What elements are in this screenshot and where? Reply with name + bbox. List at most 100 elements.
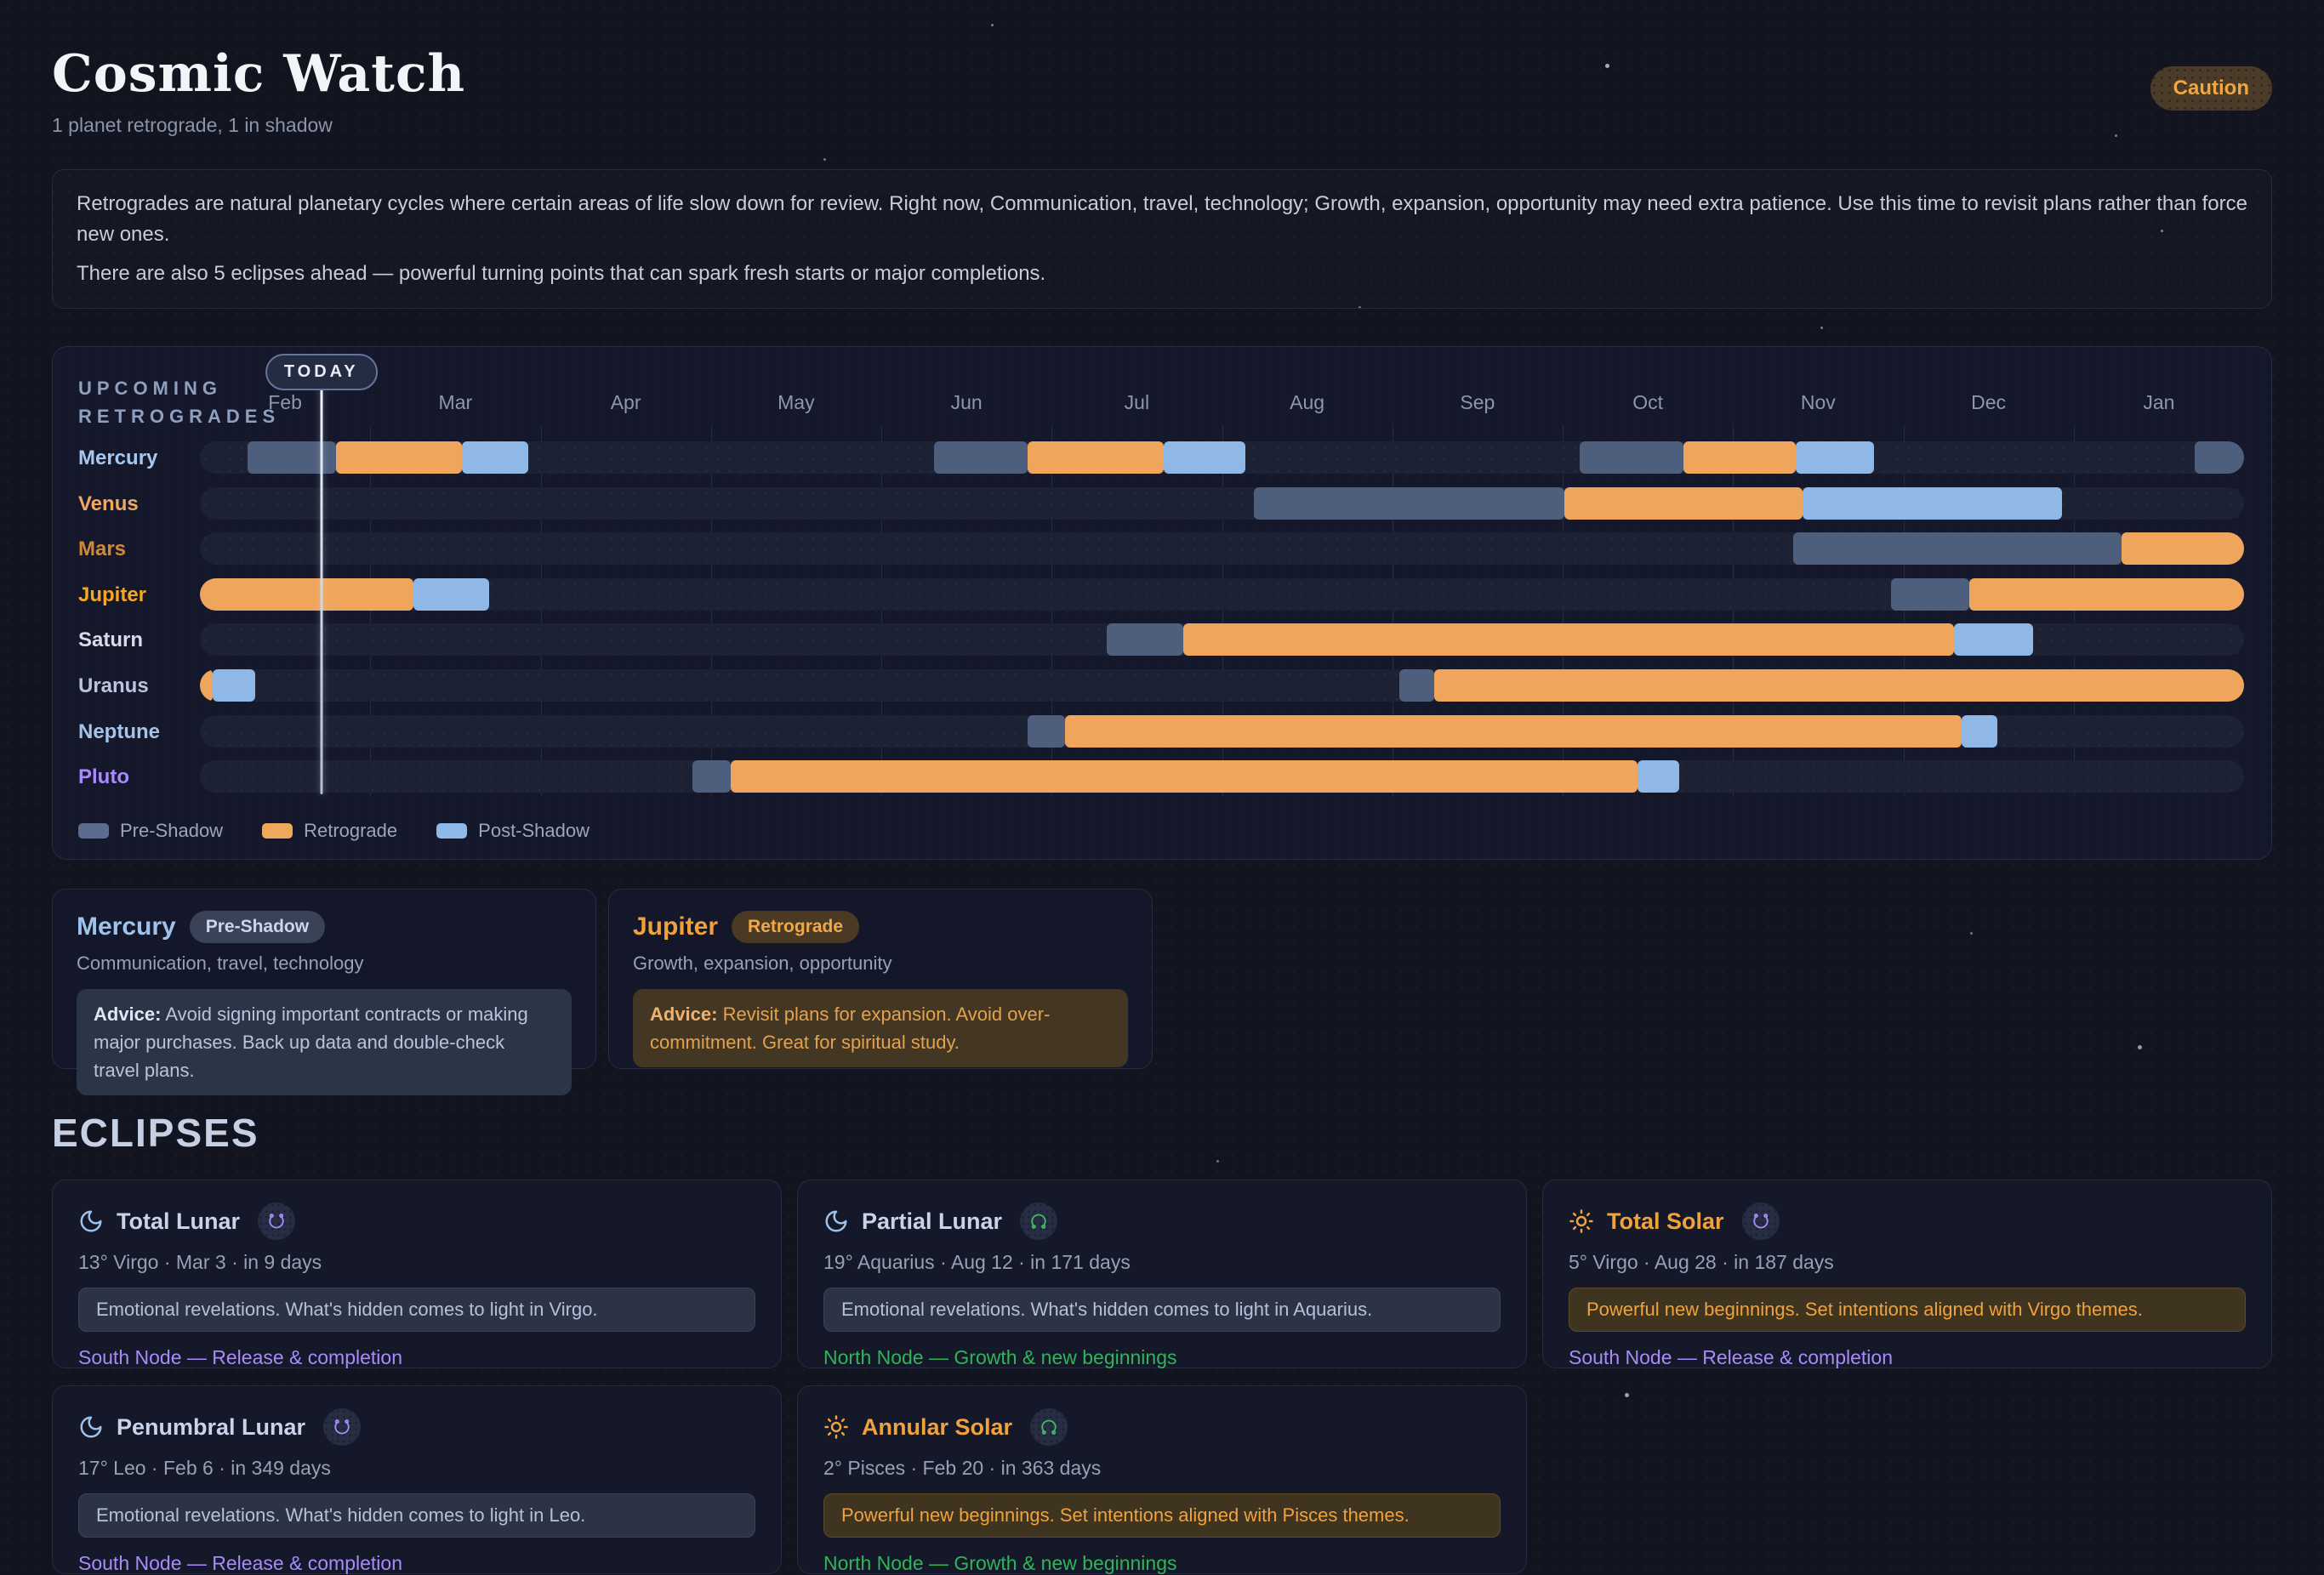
neptune-post-bar[interactable] — [1962, 715, 1997, 748]
eclipse-card-node-footer: North Node — Growth & new beginnings — [823, 1346, 1501, 1369]
timeline-track-saturn — [200, 623, 2244, 656]
venus-pre-bar[interactable] — [1254, 487, 1564, 520]
timeline-track-jupiter — [200, 578, 2244, 611]
planet-label-uranus: Uranus — [78, 674, 149, 698]
planet-card-jupiter: JupiterRetrograde Growth, expansion, oppo… — [608, 889, 1153, 1069]
page-title: Cosmic Watch — [52, 44, 465, 104]
moon-icon — [78, 1208, 104, 1234]
planet-card-title-row: JupiterRetrograde — [633, 911, 1128, 943]
legend-item-retro: Retrograde — [262, 820, 397, 842]
north-node-icon[interactable] — [1030, 1408, 1068, 1446]
eclipse-card-title: Annular Solar — [862, 1414, 1012, 1441]
moon-icon — [78, 1414, 104, 1440]
caution-badge: Caution — [2150, 66, 2272, 111]
uranus-pre-bar[interactable] — [1399, 669, 1434, 702]
eclipse-card-penumbral-lunar: Penumbral Lunar17° Leo · Feb 6 · in 349 … — [52, 1385, 782, 1574]
legend-swatch-post — [436, 823, 467, 839]
page-subtitle: 1 planet retrograde, 1 in shadow — [52, 114, 465, 137]
eclipse-card-total-lunar: Total Lunar 13° Virgo · Mar 3 · in 9 days… — [52, 1180, 782, 1368]
pluto-retro-bar[interactable] — [731, 760, 1638, 793]
saturn-pre-bar[interactable] — [1107, 623, 1183, 656]
south-node-icon[interactable] — [323, 1408, 361, 1446]
eclipse-card-meta: 13° Virgo · Mar 3 · in 9 days — [78, 1251, 755, 1274]
mars-retro-bar[interactable] — [2122, 532, 2244, 565]
planet-label-saturn: Saturn — [78, 628, 143, 652]
eclipses-heading: ECLIPSES — [52, 1110, 2272, 1156]
sun-icon — [1569, 1208, 1594, 1234]
planet-card-subtitle: Growth, expansion, opportunity — [633, 952, 1128, 975]
eclipse-card-node-footer: South Node — Release & completion — [78, 1346, 755, 1369]
moon-icon — [823, 1208, 849, 1234]
jupiter-post-bar[interactable] — [413, 578, 490, 611]
planet-card-mercury: MercuryPre-ShadowCommunication, travel, … — [52, 889, 596, 1069]
planet-label-venus: Venus — [78, 492, 139, 516]
mercury-post-bar[interactable] — [1164, 441, 1246, 474]
eclipse-card-title-row: Penumbral Lunar — [78, 1408, 755, 1446]
today-marker-pill: TODAY — [265, 354, 378, 390]
eclipse-card-meta: 2° Pisces · Feb 20 · in 363 days — [823, 1457, 1501, 1480]
mercury-retro-bar[interactable] — [1028, 441, 1164, 474]
mercury-pre-bar[interactable] — [934, 441, 1028, 474]
summary-line-1: Retrogrades are natural planetary cycles… — [77, 189, 2247, 250]
eclipse-card-description: Powerful new beginnings. Set intentions … — [823, 1493, 1501, 1538]
eclipse-card-title-row: Annular Solar — [823, 1408, 1501, 1446]
eclipse-card-total-solar: Total Solar5° Virgo · Aug 28 · in 187 da… — [1542, 1180, 2272, 1368]
eclipse-card-node-footer: North Node — Growth & new beginnings — [823, 1552, 1501, 1575]
timeline-track-neptune — [200, 715, 2244, 748]
eclipse-card-meta: 19° Aquarius · Aug 12 · in 171 days — [823, 1251, 1501, 1274]
saturn-post-bar[interactable] — [1954, 623, 2033, 656]
retrogrades-timeline-panel: UPCOMING RETROGRADES MercuryVenusMarsJup… — [52, 346, 2272, 860]
planet-status-badge: Pre-Shadow — [190, 911, 325, 943]
eclipse-card-description: Emotional revelations. What's hidden com… — [78, 1288, 755, 1332]
timeline-legend: Pre-ShadowRetrogradePost-Shadow — [78, 820, 590, 842]
mercury-retro-bar[interactable] — [336, 441, 462, 474]
sun-icon — [823, 1414, 849, 1440]
pluto-pre-bar[interactable] — [692, 760, 731, 793]
planet-card-title: Jupiter — [633, 913, 718, 941]
mercury-post-bar[interactable] — [462, 441, 529, 474]
eclipse-card-annular-solar: Annular Solar 2° Pisces · Feb 20 · in 363… — [797, 1385, 1527, 1574]
timeline-chart: FebMarAprMayJunJulAugSepOctNovDecJan TOD… — [200, 347, 2244, 859]
saturn-retro-bar[interactable] — [1183, 623, 1954, 656]
uranus-post-bar[interactable] — [213, 669, 255, 702]
eclipse-card-description: Emotional revelations. What's hidden com… — [78, 1493, 755, 1538]
summary-line-2: There are also 5 eclipses ahead — powerf… — [77, 259, 2247, 289]
mercury-pre-bar[interactable] — [2195, 441, 2244, 474]
today-marker-line — [320, 388, 322, 794]
jupiter-retro-bar[interactable] — [1969, 578, 2244, 611]
eclipse-card-title-row: Total Solar — [1569, 1203, 2246, 1240]
mercury-retro-bar[interactable] — [1683, 441, 1796, 474]
mercury-pre-bar[interactable] — [1580, 441, 1683, 474]
neptune-retro-bar[interactable] — [1065, 715, 1962, 748]
planet-status-cards: MercuryPre-ShadowCommunication, travel, … — [52, 889, 2272, 1069]
eclipse-card-title: Total Solar — [1607, 1208, 1724, 1235]
planet-advice-box: Advice: Avoid signing important contract… — [77, 989, 572, 1095]
eclipse-card-description: Powerful new beginnings. Set intentions … — [1569, 1288, 2246, 1332]
uranus-retro-bar[interactable] — [200, 669, 213, 702]
mercury-post-bar[interactable] — [1796, 441, 1874, 474]
venus-retro-bar[interactable] — [1564, 487, 1803, 520]
eclipse-card-title: Partial Lunar — [862, 1208, 1002, 1235]
planet-advice-box: Advice: Revisit plans for expansion. Avo… — [633, 989, 1128, 1067]
north-node-icon[interactable] — [1020, 1203, 1057, 1240]
jupiter-pre-bar[interactable] — [1891, 578, 1969, 611]
pluto-post-bar[interactable] — [1638, 760, 1679, 793]
timeline-track-uranus — [200, 669, 2244, 702]
venus-post-bar[interactable] — [1803, 487, 2063, 520]
jupiter-retro-bar[interactable] — [200, 578, 413, 611]
uranus-retro-bar[interactable] — [1434, 669, 2244, 702]
planet-label-mercury: Mercury — [78, 446, 157, 470]
south-node-icon[interactable] — [258, 1203, 295, 1240]
eclipse-card-title: Penumbral Lunar — [117, 1414, 305, 1441]
eclipse-card-title-row: Total Lunar — [78, 1203, 755, 1240]
legend-label: Pre-Shadow — [120, 820, 223, 842]
legend-swatch-pre — [78, 823, 109, 839]
neptune-pre-bar[interactable] — [1028, 715, 1065, 748]
mars-pre-bar[interactable] — [1793, 532, 2122, 565]
planet-card-title: Mercury — [77, 913, 176, 941]
header: Cosmic Watch 1 planet retrograde, 1 in s… — [52, 0, 2272, 137]
planet-card-title-row: Mercury Pre-Shadow — [77, 911, 572, 943]
timeline-track-mars — [200, 532, 2244, 565]
south-node-icon[interactable] — [1742, 1203, 1780, 1240]
legend-item-pre: Pre-Shadow — [78, 820, 223, 842]
